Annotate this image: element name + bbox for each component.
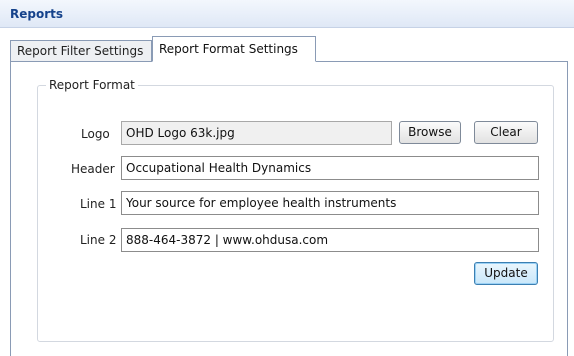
- line2-label: Line 2: [80, 233, 117, 247]
- line2-field[interactable]: 888-464-3872 | www.ohdusa.com: [121, 228, 539, 252]
- tab-report-filter-settings[interactable]: Report Filter Settings: [10, 40, 152, 62]
- panel-header: Reports: [0, 0, 574, 28]
- logo-field[interactable]: OHD Logo 63k.jpg: [121, 121, 392, 145]
- clear-button[interactable]: Clear: [474, 121, 538, 144]
- header-field[interactable]: Occupational Health Dynamics: [121, 156, 539, 180]
- panel-title: Reports: [10, 7, 64, 21]
- logo-label: Logo: [81, 127, 110, 141]
- update-button[interactable]: Update: [474, 262, 538, 285]
- header-label: Header: [71, 162, 115, 176]
- browse-button[interactable]: Browse: [399, 121, 461, 144]
- tab-report-format-settings[interactable]: Report Format Settings: [152, 36, 316, 62]
- line1-label: Line 1: [80, 197, 117, 211]
- line1-field[interactable]: Your source for employee health instrume…: [121, 191, 539, 215]
- report-format-legend: Report Format: [46, 78, 138, 92]
